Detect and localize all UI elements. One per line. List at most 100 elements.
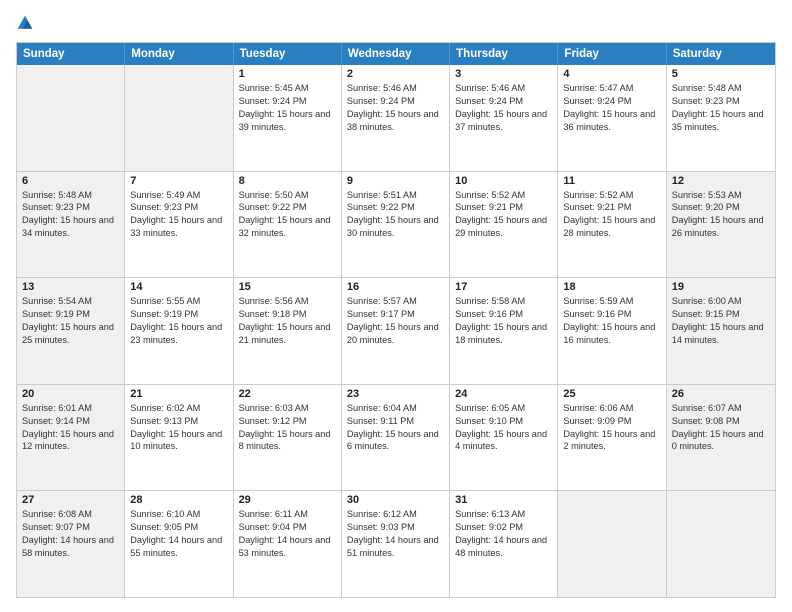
sunrise-text: Sunrise: 5:59 AM: [563, 295, 660, 308]
day-number: 18: [563, 281, 660, 293]
calendar-cell-day-12: 12Sunrise: 5:53 AMSunset: 9:20 PMDayligh…: [667, 172, 775, 278]
daylight-text: Daylight: 15 hours and 18 minutes.: [455, 321, 552, 347]
daylight-text: Daylight: 15 hours and 8 minutes.: [239, 428, 336, 454]
sunrise-text: Sunrise: 6:05 AM: [455, 402, 552, 415]
sunset-text: Sunset: 9:17 PM: [347, 308, 444, 321]
daylight-text: Daylight: 15 hours and 12 minutes.: [22, 428, 119, 454]
daylight-text: Daylight: 15 hours and 6 minutes.: [347, 428, 444, 454]
sunrise-text: Sunrise: 5:58 AM: [455, 295, 552, 308]
day-number: 28: [130, 494, 227, 506]
day-number: 27: [22, 494, 119, 506]
calendar-cell-day-23: 23Sunrise: 6:04 AMSunset: 9:11 PMDayligh…: [342, 385, 450, 491]
logo: [16, 14, 38, 32]
daylight-text: Daylight: 15 hours and 25 minutes.: [22, 321, 119, 347]
sunset-text: Sunset: 9:23 PM: [672, 95, 770, 108]
calendar-cell-day-17: 17Sunrise: 5:58 AMSunset: 9:16 PMDayligh…: [450, 278, 558, 384]
calendar-cell-day-14: 14Sunrise: 5:55 AMSunset: 9:19 PMDayligh…: [125, 278, 233, 384]
calendar-cell-day-3: 3Sunrise: 5:46 AMSunset: 9:24 PMDaylight…: [450, 65, 558, 171]
calendar-cell-day-1: 1Sunrise: 5:45 AMSunset: 9:24 PMDaylight…: [234, 65, 342, 171]
sunrise-text: Sunrise: 6:01 AM: [22, 402, 119, 415]
sunrise-text: Sunrise: 5:49 AM: [130, 189, 227, 202]
calendar-row-1: 6Sunrise: 5:48 AMSunset: 9:23 PMDaylight…: [17, 171, 775, 278]
sunrise-text: Sunrise: 5:52 AM: [455, 189, 552, 202]
sunset-text: Sunset: 9:04 PM: [239, 521, 336, 534]
sunrise-text: Sunrise: 6:11 AM: [239, 508, 336, 521]
sunset-text: Sunset: 9:24 PM: [347, 95, 444, 108]
daylight-text: Daylight: 15 hours and 20 minutes.: [347, 321, 444, 347]
sunset-text: Sunset: 9:16 PM: [455, 308, 552, 321]
sunset-text: Sunset: 9:14 PM: [22, 415, 119, 428]
sunset-text: Sunset: 9:12 PM: [239, 415, 336, 428]
page: SundayMondayTuesdayWednesdayThursdayFrid…: [0, 0, 792, 612]
sunrise-text: Sunrise: 5:48 AM: [22, 189, 119, 202]
calendar-row-0: 1Sunrise: 5:45 AMSunset: 9:24 PMDaylight…: [17, 65, 775, 171]
day-number: 11: [563, 175, 660, 187]
calendar-cell-day-16: 16Sunrise: 5:57 AMSunset: 9:17 PMDayligh…: [342, 278, 450, 384]
day-number: 13: [22, 281, 119, 293]
weekday-header-saturday: Saturday: [667, 43, 775, 65]
calendar-cell-day-24: 24Sunrise: 6:05 AMSunset: 9:10 PMDayligh…: [450, 385, 558, 491]
day-number: 3: [455, 68, 552, 80]
sunset-text: Sunset: 9:23 PM: [22, 201, 119, 214]
sunset-text: Sunset: 9:19 PM: [22, 308, 119, 321]
day-number: 29: [239, 494, 336, 506]
daylight-text: Daylight: 14 hours and 53 minutes.: [239, 534, 336, 560]
sunrise-text: Sunrise: 5:52 AM: [563, 189, 660, 202]
day-number: 20: [22, 388, 119, 400]
sunset-text: Sunset: 9:22 PM: [239, 201, 336, 214]
daylight-text: Daylight: 15 hours and 23 minutes.: [130, 321, 227, 347]
sunrise-text: Sunrise: 5:50 AM: [239, 189, 336, 202]
day-number: 24: [455, 388, 552, 400]
daylight-text: Daylight: 15 hours and 29 minutes.: [455, 214, 552, 240]
calendar-cell-day-7: 7Sunrise: 5:49 AMSunset: 9:23 PMDaylight…: [125, 172, 233, 278]
calendar-row-2: 13Sunrise: 5:54 AMSunset: 9:19 PMDayligh…: [17, 277, 775, 384]
sunrise-text: Sunrise: 5:53 AM: [672, 189, 770, 202]
calendar-cell-day-31: 31Sunrise: 6:13 AMSunset: 9:02 PMDayligh…: [450, 491, 558, 597]
calendar-cell-day-25: 25Sunrise: 6:06 AMSunset: 9:09 PMDayligh…: [558, 385, 666, 491]
calendar-cell-day-13: 13Sunrise: 5:54 AMSunset: 9:19 PMDayligh…: [17, 278, 125, 384]
sunset-text: Sunset: 9:24 PM: [455, 95, 552, 108]
day-number: 1: [239, 68, 336, 80]
daylight-text: Daylight: 15 hours and 30 minutes.: [347, 214, 444, 240]
calendar-cell-day-26: 26Sunrise: 6:07 AMSunset: 9:08 PMDayligh…: [667, 385, 775, 491]
sunrise-text: Sunrise: 6:03 AM: [239, 402, 336, 415]
weekday-header-thursday: Thursday: [450, 43, 558, 65]
day-number: 9: [347, 175, 444, 187]
daylight-text: Daylight: 15 hours and 21 minutes.: [239, 321, 336, 347]
sunrise-text: Sunrise: 6:08 AM: [22, 508, 119, 521]
day-number: 4: [563, 68, 660, 80]
sunset-text: Sunset: 9:07 PM: [22, 521, 119, 534]
calendar-cell-day-10: 10Sunrise: 5:52 AMSunset: 9:21 PMDayligh…: [450, 172, 558, 278]
day-number: 10: [455, 175, 552, 187]
daylight-text: Daylight: 15 hours and 38 minutes.: [347, 108, 444, 134]
daylight-text: Daylight: 15 hours and 14 minutes.: [672, 321, 770, 347]
calendar-cell-day-18: 18Sunrise: 5:59 AMSunset: 9:16 PMDayligh…: [558, 278, 666, 384]
daylight-text: Daylight: 15 hours and 37 minutes.: [455, 108, 552, 134]
logo-icon: [16, 14, 34, 32]
day-number: 16: [347, 281, 444, 293]
calendar-row-4: 27 Sunrise: 6:08 AMSunset: 9:07 PM Dayligh…: [17, 490, 775, 597]
calendar-cell-empty: [667, 491, 775, 597]
daylight-text: Daylight: 15 hours and 4 minutes.: [455, 428, 552, 454]
sunset-text: Sunset: 9:20 PM: [672, 201, 770, 214]
calendar-header: SundayMondayTuesdayWednesdayThursdayFrid…: [17, 43, 775, 65]
calendar-row-3: 20Sunrise: 6:01 AMSunset: 9:14 PMDayligh…: [17, 384, 775, 491]
daylight-text: Daylight: 15 hours and 28 minutes.: [563, 214, 660, 240]
weekday-header-wednesday: Wednesday: [342, 43, 450, 65]
day-number: 30: [347, 494, 444, 506]
weekday-header-sunday: Sunday: [17, 43, 125, 65]
sunset-text: Sunset: 9:23 PM: [130, 201, 227, 214]
daylight-text: Daylight: 15 hours and 0 minutes.: [672, 428, 770, 454]
day-number: 14: [130, 281, 227, 293]
daylight-text: Daylight: 14 hours and 55 minutes.: [130, 534, 227, 560]
calendar-cell-day-9: 9Sunrise: 5:51 AMSunset: 9:22 PMDaylight…: [342, 172, 450, 278]
sunrise-text: Sunrise: 5:46 AM: [347, 82, 444, 95]
day-number: 5: [672, 68, 770, 80]
sunset-text: Sunset: 9:09 PM: [563, 415, 660, 428]
calendar: SundayMondayTuesdayWednesdayThursdayFrid…: [16, 42, 776, 598]
day-number: 2: [347, 68, 444, 80]
weekday-header-friday: Friday: [558, 43, 666, 65]
calendar-cell-day-27: 27Sunrise: 6:08 AMSunset: 9:07 PMDayligh…: [17, 491, 125, 597]
calendar-cell-day-6: 6Sunrise: 5:48 AMSunset: 9:23 PMDaylight…: [17, 172, 125, 278]
sunset-text: Sunset: 9:21 PM: [563, 201, 660, 214]
